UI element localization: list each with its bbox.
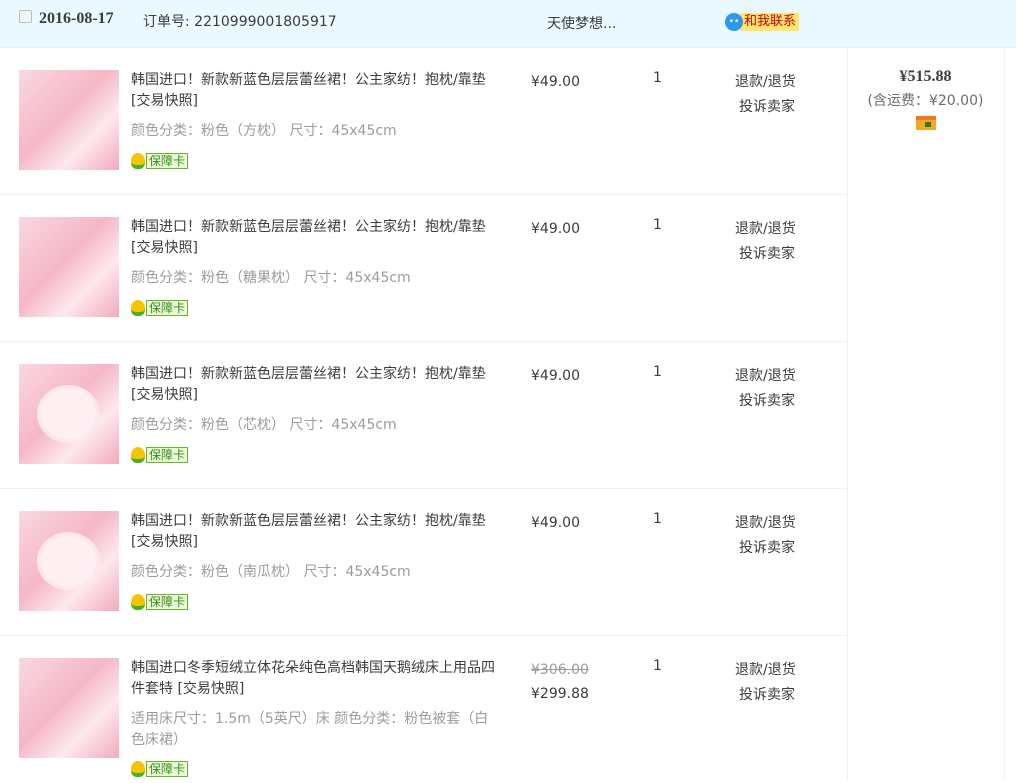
product-sku: 颜色分类：粉色（芯枕） 尺寸：45x45cm xyxy=(131,417,397,433)
complain-link[interactable]: 投诉卖家 xyxy=(735,683,796,708)
product-title[interactable]: 韩国进口！新款新蓝色层层蕾丝裙！公主家纺！抱枕/靠垫 [交易快照] xyxy=(131,511,496,553)
product-sku: 颜色分类：粉色（南瓜枕） 尺寸：45x45cm xyxy=(131,564,411,580)
tulip-icon xyxy=(131,300,145,316)
guarantee-card-badge[interactable]: 保障卡 xyxy=(131,152,189,170)
refund-link[interactable]: 退款/退货 xyxy=(735,70,796,95)
refund-link[interactable]: 退款/退货 xyxy=(735,658,796,683)
badge-label: 保障卡 xyxy=(146,300,189,316)
chat-bubble-icon: •• xyxy=(725,13,743,31)
order-checkbox[interactable] xyxy=(19,10,32,23)
quantity: 1 xyxy=(653,511,662,527)
quantity: 1 xyxy=(653,217,662,233)
complain-link[interactable]: 投诉卖家 xyxy=(735,95,796,120)
quantity: 1 xyxy=(653,70,662,86)
complain-link[interactable]: 投诉卖家 xyxy=(735,389,796,414)
product-thumbnail[interactable] xyxy=(19,70,119,170)
product-title[interactable]: 韩国进口冬季短绒立体花朵纯色高档韩国天鹅绒床上用品四件套特 [交易快照] xyxy=(131,658,496,700)
order-total: ¥515.88 (含运费：¥20.00) xyxy=(847,48,1004,134)
tulip-icon xyxy=(131,761,145,777)
product-thumbnail[interactable] xyxy=(19,511,119,611)
order-item-row: 韩国进口！新款新蓝色层层蕾丝裙！公主家纺！抱枕/靠垫 [交易快照] 颜色分类：粉… xyxy=(0,48,847,195)
guarantee-card-badge[interactable]: 保障卡 xyxy=(131,593,189,611)
refund-link[interactable]: 退款/退货 xyxy=(735,217,796,242)
refund-link[interactable]: 退款/退货 xyxy=(735,511,796,536)
original-price: ¥306.00 xyxy=(531,662,589,678)
order-number: 订单号: 2210999001805917 xyxy=(143,14,337,30)
unit-price: ¥49.00 xyxy=(531,368,580,384)
contact-seller-button[interactable]: •• 和我联系 xyxy=(725,12,800,32)
badge-label: 保障卡 xyxy=(146,761,189,777)
sale-price: ¥299.88 xyxy=(531,686,589,702)
product-title[interactable]: 韩国进口！新款新蓝色层层蕾丝裙！公主家纺！抱枕/靠垫 [交易快照] xyxy=(131,217,496,259)
tulip-icon xyxy=(131,594,145,610)
order-item-row: 韩国进口！新款新蓝色层层蕾丝裙！公主家纺！抱枕/靠垫 [交易快照] 颜色分类：粉… xyxy=(0,489,847,636)
contact-label: 和我联系 xyxy=(740,13,800,31)
order-item-row: 韩国进口！新款新蓝色层层蕾丝裙！公主家纺！抱枕/靠垫 [交易快照] 颜色分类：粉… xyxy=(0,342,847,489)
quantity: 1 xyxy=(653,658,662,674)
order-item-row: 韩国进口冬季短绒立体花朵纯色高档韩国天鹅绒床上用品四件套特 [交易快照] 适用床… xyxy=(0,636,847,783)
quantity: 1 xyxy=(653,364,662,380)
tulip-icon xyxy=(131,447,145,463)
order-header: 2016-08-17 订单号: 2210999001805917 天使梦想...… xyxy=(0,0,1016,48)
guarantee-card-badge[interactable]: 保障卡 xyxy=(131,446,189,464)
refund-link[interactable]: 退款/退货 xyxy=(735,364,796,389)
guarantee-card-badge[interactable]: 保障卡 xyxy=(131,760,189,778)
column-divider xyxy=(847,48,848,781)
tulip-icon xyxy=(131,153,145,169)
badge-label: 保障卡 xyxy=(146,447,189,463)
badge-label: 保障卡 xyxy=(146,594,189,610)
column-divider xyxy=(1004,48,1005,781)
seller-link[interactable]: 天使梦想... xyxy=(547,13,616,33)
payment-card-icon[interactable] xyxy=(915,116,936,130)
product-thumbnail[interactable] xyxy=(19,364,119,464)
order-item-row: 韩国进口！新款新蓝色层层蕾丝裙！公主家纺！抱枕/靠垫 [交易快照] 颜色分类：粉… xyxy=(0,195,847,342)
unit-price: ¥49.00 xyxy=(531,221,580,237)
guarantee-card-badge[interactable]: 保障卡 xyxy=(131,299,189,317)
product-thumbnail[interactable] xyxy=(19,217,119,317)
shipping-fee: (含运费：¥20.00) xyxy=(867,93,984,109)
complain-link[interactable]: 投诉卖家 xyxy=(735,536,796,561)
unit-price: ¥49.00 xyxy=(531,74,580,90)
product-title[interactable]: 韩国进口！新款新蓝色层层蕾丝裙！公主家纺！抱枕/靠垫 [交易快照] xyxy=(131,70,496,112)
product-title[interactable]: 韩国进口！新款新蓝色层层蕾丝裙！公主家纺！抱枕/靠垫 [交易快照] xyxy=(131,364,496,406)
product-sku: 颜色分类：粉色（糖果枕） 尺寸：45x45cm xyxy=(131,270,411,286)
badge-label: 保障卡 xyxy=(146,153,189,169)
order-date: 2016-08-17 xyxy=(39,10,114,27)
complain-link[interactable]: 投诉卖家 xyxy=(735,242,796,267)
unit-price: ¥49.00 xyxy=(531,515,580,531)
unit-price: ¥306.00 ¥299.88 xyxy=(531,658,589,706)
total-amount: ¥515.88 xyxy=(899,68,952,85)
product-sku: 适用床尺寸：1.5m（5英尺）床 颜色分类：粉色被套（白色床裙） xyxy=(131,711,489,748)
product-thumbnail[interactable] xyxy=(19,658,119,758)
product-sku: 颜色分类：粉色（方枕） 尺寸：45x45cm xyxy=(131,123,397,139)
